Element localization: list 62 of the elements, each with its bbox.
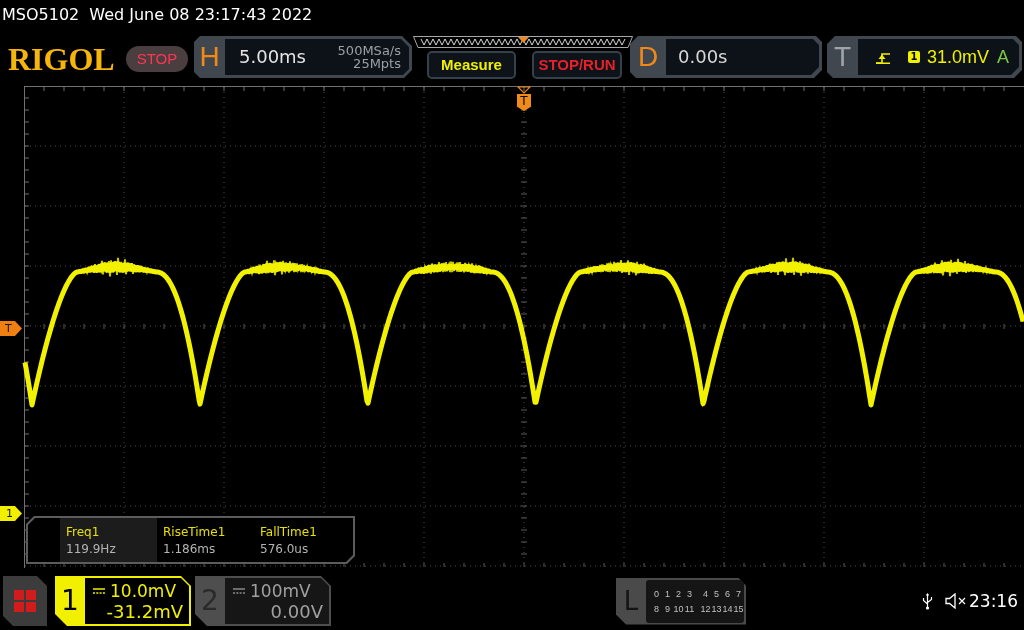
logic-channel-label: 12 (700, 602, 711, 615)
toolbar-button[interactable]: Measure (427, 51, 516, 79)
sample-rate: 500MSa/s (337, 44, 401, 57)
toolbar-button[interactable]: STOP/RUN (532, 51, 622, 79)
logic-channel-label: 11 (684, 602, 695, 615)
trigger-mode: A (997, 48, 1009, 66)
measurement-name: Freq1 (66, 525, 101, 538)
measurement-item[interactable]: Freq1 119.9Hz (60, 518, 157, 562)
trigger-position-marker: T (517, 94, 531, 111)
menu-button[interactable] (3, 576, 47, 626)
position-marker-icon (518, 37, 529, 43)
trigger-source-badge: 1 (908, 51, 920, 63)
logic-channel-label: 0 (653, 587, 660, 600)
dc-coupling-icon (93, 587, 105, 594)
channel-number: 1 (60, 587, 80, 615)
clock: 23:16 (969, 592, 1018, 610)
logic-channel-label: 7 (735, 587, 742, 600)
measurement-name: FallTime1 (260, 525, 318, 538)
channel-scale: 10.0mV (110, 580, 177, 601)
logic-channel-label: 3 (686, 587, 693, 600)
channel-offset: -31.2mV (106, 600, 183, 622)
rising-edge-icon (876, 50, 890, 64)
trigger-level: 31.0mV (927, 48, 990, 66)
logic-channel-label: 10 (673, 602, 684, 615)
horizontal-label: H (198, 43, 221, 71)
channel-offset: 0.00V (270, 600, 323, 622)
delay-value: 0.00s (678, 48, 728, 66)
logic-channel-label: 1 (664, 587, 671, 600)
logic-channel-label: 4 (702, 587, 709, 600)
triangle-outline-icon (517, 86, 531, 94)
measurement-item[interactable]: FallTime1 576.0us (254, 518, 351, 562)
measurement-value: 576.0us (260, 542, 310, 555)
grid-icon (14, 590, 36, 612)
logic-channel-label: 14 (722, 602, 733, 615)
trigger-label: T (832, 43, 853, 71)
brand-logo: RIGOL (8, 43, 116, 75)
logic-channel-label: 13 (711, 602, 722, 615)
speaker-muted-icon[interactable] (945, 593, 966, 609)
memory-depth: 25Mpts (353, 57, 401, 70)
measurement-name: RiseTime1 (163, 525, 227, 538)
date-time: Wed June 08 23:17:43 2022 (89, 4, 313, 26)
measurement-item[interactable]: RiseTime1 1.186ms (157, 518, 254, 562)
channel-scale: 100mV (250, 580, 311, 601)
trigger-panel[interactable]: T 1 31.0mV A (827, 36, 1022, 78)
delay-panel[interactable]: D 0.00s (630, 36, 822, 78)
logic-channel-label: 9 (664, 602, 671, 615)
logic-channel-label: 8 (653, 602, 660, 615)
usb-icon[interactable] (922, 592, 933, 610)
horizontal-panel[interactable]: H 5.00ms 500MSa/s 25Mpts (194, 36, 412, 78)
logic-channel-label: 2 (675, 587, 682, 600)
dc-coupling-icon (233, 587, 245, 594)
model-name: MSO5102 (2, 4, 80, 26)
logic-channel-label: 5 (713, 587, 720, 600)
measurement-value: 1.186ms (163, 542, 217, 555)
channel-marker[interactable]: 1 (0, 506, 22, 521)
logic-channel-label: 15 (733, 602, 744, 615)
channel-panel[interactable]: 1 10.0mV -31.2mV (55, 576, 191, 626)
measurement-value: 119.9Hz (66, 542, 117, 555)
timebase-value: 5.00ms (239, 48, 306, 66)
logic-channel-label: 6 (724, 587, 731, 600)
delay-label: D (636, 43, 660, 71)
trigger-level-marker[interactable]: T (0, 321, 22, 336)
